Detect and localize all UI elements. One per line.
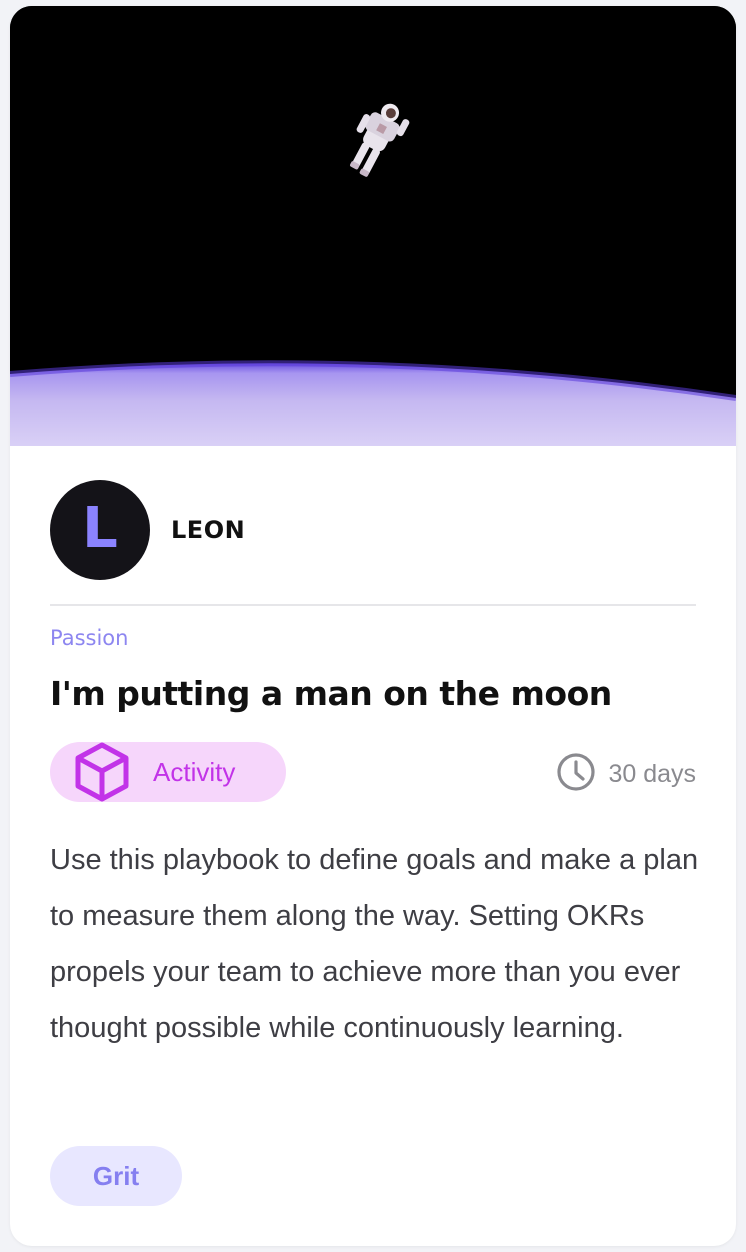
- activity-label: Activity: [153, 756, 236, 787]
- author-name[interactable]: LEON: [171, 516, 245, 544]
- avatar[interactable]: L: [50, 480, 150, 580]
- cube-icon: [70, 740, 134, 804]
- divider: [50, 604, 696, 606]
- tag-grit[interactable]: Grit: [50, 1146, 182, 1206]
- card-title: I'm putting a man on the moon: [50, 674, 612, 713]
- description: Use this playbook to define goals and ma…: [50, 844, 699, 1044]
- activity-badge[interactable]: Activity: [50, 742, 286, 802]
- clock-icon: [556, 752, 596, 797]
- category-label: Passion: [50, 626, 129, 650]
- avatar-initial: L: [82, 496, 118, 561]
- author[interactable]: L LEON: [50, 480, 245, 580]
- duration-text: 30 days: [608, 760, 696, 788]
- playbook-card[interactable]: L LEON Passion I'm putting a man on the …: [10, 6, 736, 1246]
- duration: 30 days: [556, 752, 696, 797]
- hero-image: [10, 6, 736, 446]
